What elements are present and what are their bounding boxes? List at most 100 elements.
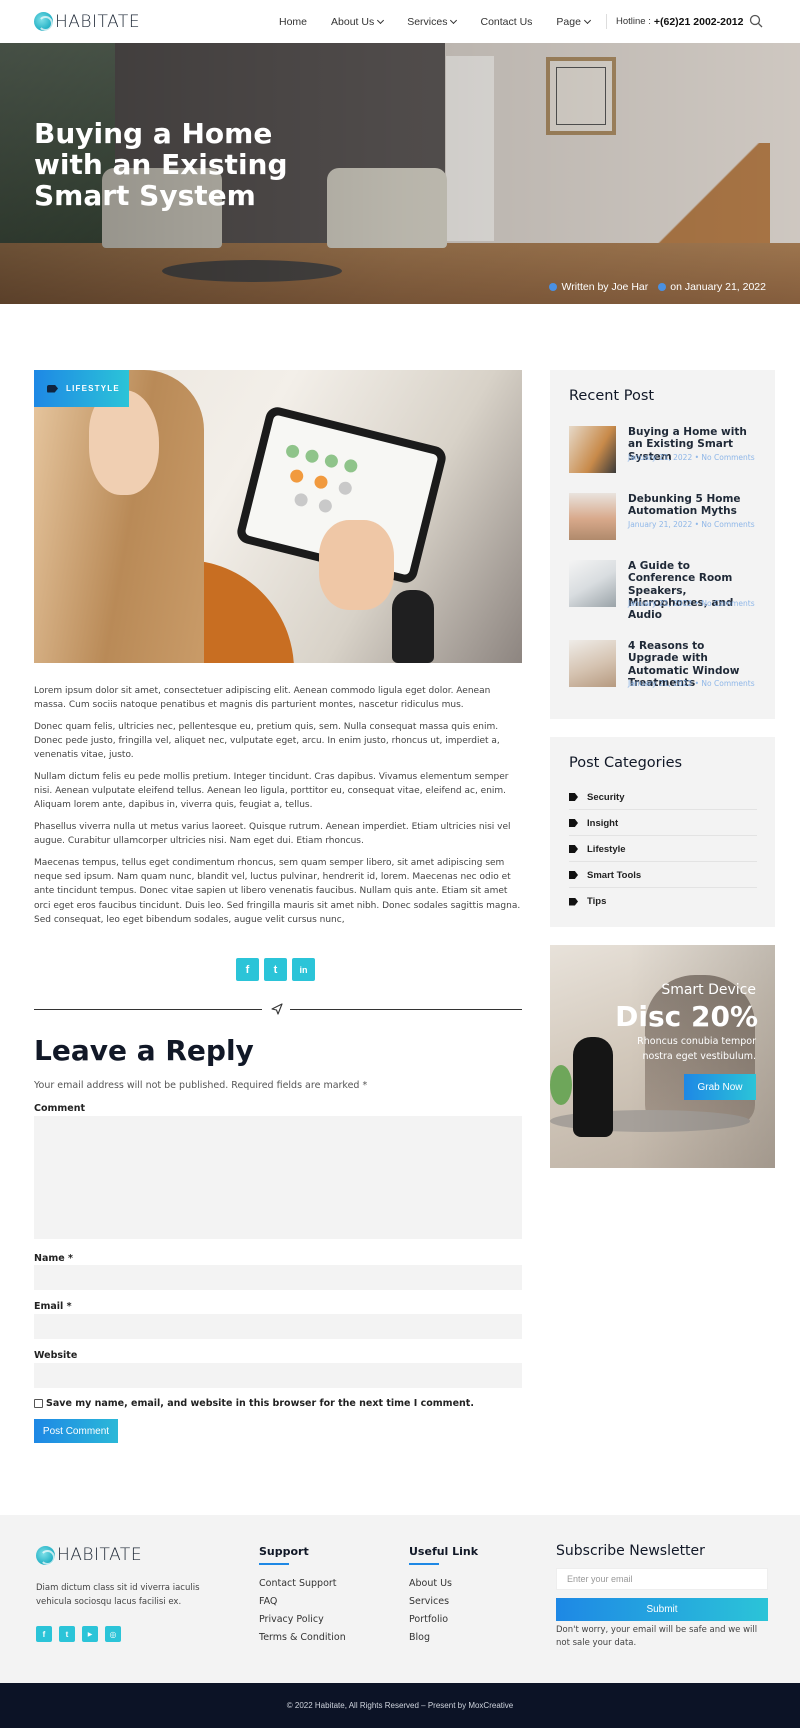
newsletter-email-input[interactable]: Enter your email — [556, 1568, 768, 1590]
facebook-icon: f — [245, 963, 250, 976]
hotline-number[interactable]: +(62)21 2002-2012 — [654, 16, 744, 28]
tag-icon — [569, 845, 578, 853]
twitter-share-button[interactable]: t — [264, 958, 287, 981]
website-label: Website — [34, 1350, 78, 1361]
main-nav: Home About Us Services Contact Us Page — [279, 0, 614, 43]
post-author[interactable]: Written by Joe Har — [549, 281, 648, 293]
post-comment-button[interactable]: Post Comment — [34, 1419, 118, 1443]
category-link-insight[interactable]: Insight — [569, 811, 757, 836]
recent-post-meta: January 21, 2022 • No Comments — [628, 453, 755, 462]
recent-post-item[interactable]: 4 Reasons to Upgrade with Automatic Wind… — [569, 640, 759, 689]
footer-link[interactable]: About Us — [409, 1578, 452, 1589]
post-featured-image — [34, 370, 522, 663]
comment-label: Comment — [34, 1103, 86, 1114]
category-tag[interactable]: LIFESTYLE — [34, 370, 129, 407]
reply-heading: Leave a Reply — [34, 1034, 254, 1067]
twitter-icon: t — [65, 1629, 69, 1639]
useful-link-title: Useful Link — [409, 1545, 479, 1558]
recent-post-thumbnail[interactable] — [569, 493, 616, 540]
recent-post-title[interactable]: Debunking 5 Home Automation Myths — [628, 493, 758, 518]
paragraph: Maecenas tempus, tellus eget condimentum… — [34, 858, 521, 925]
category-tag-label: LIFESTYLE — [66, 384, 120, 393]
recent-post-item[interactable]: Debunking 5 Home Automation Myths Januar… — [569, 493, 759, 541]
nav-item-page[interactable]: Page — [556, 16, 591, 28]
paragraph: Nullam dictum felis eu pede mollis preti… — [34, 772, 509, 811]
footer-logo[interactable]: HABITATE — [36, 1545, 142, 1565]
footer-social-links: f t ▶ ◎ — [36, 1626, 121, 1642]
email-label: Email * — [34, 1301, 72, 1312]
category-link-security[interactable]: Security — [569, 785, 757, 810]
footer-link[interactable]: FAQ — [259, 1596, 277, 1607]
facebook-share-button[interactable]: f — [236, 958, 259, 981]
categories-title: Post Categories — [569, 755, 683, 771]
copyright-text: © 2022 Habitate, All Rights Reserved – P… — [286, 1701, 514, 1710]
footer-link[interactable]: Portfolio — [409, 1614, 448, 1625]
nav-item-services[interactable]: Services — [407, 16, 458, 28]
linkedin-share-button[interactable]: in — [292, 958, 315, 981]
category-link-tips[interactable]: Tips — [569, 889, 757, 914]
footer-link[interactable]: Terms & Condition — [259, 1632, 346, 1643]
facebook-icon: f — [42, 1629, 46, 1639]
grab-now-button[interactable]: Grab Now — [684, 1074, 756, 1100]
logo-text: HABITATE — [57, 1545, 143, 1565]
footer-link[interactable]: Services — [409, 1596, 449, 1607]
website-field[interactable] — [34, 1363, 522, 1388]
calendar-icon — [658, 283, 667, 292]
promo-description: Rhoncus conubia tempor nostra eget vesti… — [637, 1036, 756, 1062]
title-underline — [409, 1563, 439, 1565]
divider — [290, 1009, 522, 1010]
nav-item-home[interactable]: Home — [279, 16, 307, 28]
newsletter-title: Subscribe Newsletter — [556, 1543, 705, 1559]
logo-text: HABITATE — [55, 11, 141, 32]
promo-subtitle: Smart Device — [661, 982, 756, 998]
promo-discount: Disc 20% — [615, 1000, 758, 1033]
paragraph: Donec quam felis, ultricies nec, pellent… — [34, 721, 500, 761]
image-speaker — [392, 590, 434, 663]
recent-post-meta: January 21, 2022 • No Comments — [628, 679, 755, 688]
tag-icon — [47, 384, 58, 393]
email-field[interactable] — [34, 1314, 522, 1339]
recent-post-thumbnail[interactable] — [569, 640, 616, 687]
nav-item-contact-us[interactable]: Contact Us — [480, 16, 532, 28]
youtube-link[interactable]: ▶ — [82, 1626, 98, 1642]
remember-me: Save my name, email, and website in this… — [34, 1398, 474, 1409]
recent-post-meta: January 21, 2022 • No Comments — [628, 520, 755, 529]
twitter-link[interactable]: t — [59, 1626, 75, 1642]
category-link-lifestyle[interactable]: Lifestyle — [569, 837, 757, 862]
recent-post-item[interactable]: Buying a Home with an Existing Smart Sys… — [569, 426, 759, 474]
image-hand — [319, 520, 394, 610]
category-link-smart-tools[interactable]: Smart Tools — [569, 863, 757, 888]
footer-link[interactable]: Privacy Policy — [259, 1614, 324, 1625]
comment-textarea[interactable] — [34, 1116, 522, 1239]
page-title: Buying a Home with an Existing Smart Sys… — [34, 117, 288, 212]
remember-checkbox[interactable] — [34, 1399, 43, 1408]
youtube-icon: ▶ — [87, 1631, 93, 1638]
footer-link[interactable]: Blog — [409, 1632, 430, 1643]
name-label: Name * — [34, 1253, 73, 1264]
site-logo[interactable]: HABITATE — [34, 12, 140, 32]
title-underline — [259, 1563, 289, 1565]
facebook-link[interactable]: f — [36, 1626, 52, 1642]
footer-link[interactable]: Contact Support — [259, 1578, 337, 1589]
search-icon[interactable] — [749, 14, 763, 28]
newsletter-submit-button[interactable]: Submit — [556, 1598, 768, 1621]
name-field[interactable] — [34, 1265, 522, 1290]
logo-icon — [36, 1545, 55, 1565]
recent-post-meta: January 21, 2022 • No Comments — [628, 599, 755, 608]
tag-icon — [569, 897, 578, 906]
categories-panel: Post Categories Security Insight Lifesty… — [550, 737, 775, 927]
recent-post-thumbnail[interactable] — [569, 426, 616, 473]
hero-banner: Buying a Home with an Existing Smart Sys… — [0, 43, 800, 304]
recent-post-title[interactable]: A Guide to Conference Room Speakers, Mic… — [628, 560, 758, 621]
hotline-label: Hotline : — [616, 16, 651, 27]
post-meta: Written by Joe Har on January 21, 2022 — [549, 281, 766, 293]
support-title: Support — [259, 1545, 309, 1558]
recent-post-item[interactable]: A Guide to Conference Room Speakers, Mic… — [569, 560, 759, 621]
divider — [34, 1009, 262, 1010]
instagram-icon: ◎ — [109, 1629, 117, 1639]
tag-icon — [569, 793, 578, 801]
nav-item-about-us[interactable]: About Us — [331, 16, 385, 28]
logo-icon — [34, 12, 53, 31]
recent-post-thumbnail[interactable] — [569, 560, 616, 607]
instagram-link[interactable]: ◎ — [105, 1626, 121, 1642]
